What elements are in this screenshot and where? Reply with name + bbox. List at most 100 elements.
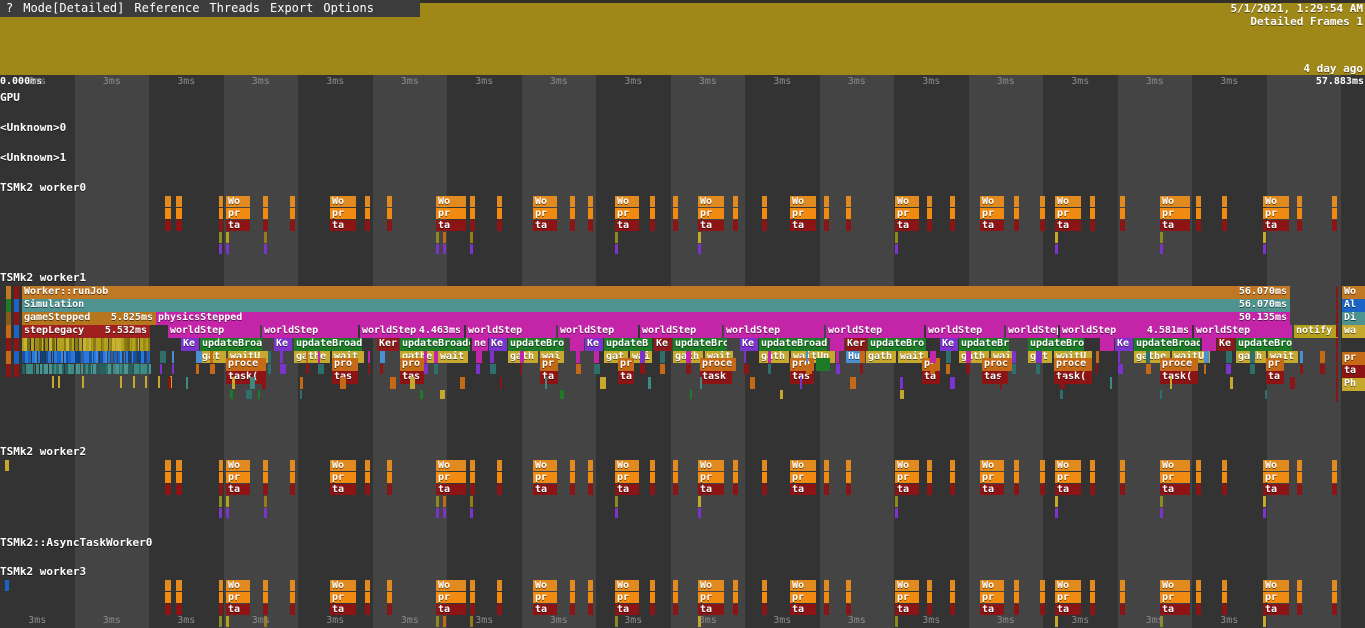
block-worker2-work-row[interactable]: Wo [436, 460, 466, 471]
block-worker0-task-row[interactable] [927, 220, 932, 231]
block-worker0-process-row[interactable]: pr [1263, 208, 1289, 219]
block-worker2-work-row[interactable] [1120, 460, 1125, 471]
block-worker3-process-row[interactable] [762, 592, 767, 603]
block-worker2-process-row[interactable] [1196, 472, 1201, 483]
block-worker0-task-row[interactable]: ta [980, 220, 1004, 231]
block-worldstep-5[interactable]: worldStep [640, 325, 722, 338]
block-kernel-16[interactable] [830, 338, 844, 351]
block-process-5[interactable]: proce [700, 358, 736, 371]
block-worker0-work-row[interactable] [733, 196, 738, 207]
block-worldstep-7[interactable]: worldStep [826, 325, 924, 338]
ruler-bottom[interactable]: 3ms 3ms 3ms 3ms 3ms 3ms 3ms 3ms 3ms 3ms 3ms 3ms 3ms 3… [0, 614, 1365, 628]
block-worker0-process-row[interactable] [846, 208, 851, 219]
block-worker0-work-row[interactable] [1040, 196, 1045, 207]
block-worker2-task-row[interactable] [165, 484, 171, 495]
block-worldstep-0[interactable]: worldStep [168, 325, 260, 338]
block-worker0-process-row[interactable] [824, 208, 829, 219]
block-worker2-task-row[interactable] [1332, 484, 1337, 495]
block-kernel-12[interactable]: Ke [654, 338, 672, 351]
menu-item-help[interactable]: ? [0, 0, 18, 17]
block-task-5[interactable]: task [700, 371, 732, 384]
block-worker0-task-row[interactable] [470, 220, 475, 231]
block-worker0-work-row[interactable] [1297, 196, 1302, 207]
block-worker2-task-row[interactable]: ta [1055, 484, 1081, 495]
block-worker3-process-row[interactable]: pr [1160, 592, 1190, 603]
block-worker0-work-row[interactable] [762, 196, 767, 207]
block-worker0-process-row[interactable] [263, 208, 268, 219]
block-gather-5[interactable]: wait [438, 351, 468, 363]
block-worker0-work-row[interactable] [673, 196, 678, 207]
block-worker2-work-row[interactable] [733, 460, 738, 471]
block-kernel-20[interactable]: updateBr [959, 338, 1009, 351]
block-worker3-work-row[interactable] [1014, 580, 1019, 591]
block-worker0-task-row[interactable]: ta [533, 220, 557, 231]
block-worker2-process-row[interactable]: pr [1160, 472, 1190, 483]
block-worker2-process-row[interactable] [673, 472, 678, 483]
block-worker2-process-row[interactable] [470, 472, 475, 483]
block-process-3[interactable]: pr [540, 358, 558, 371]
block-worker0-task-row[interactable]: ta [1263, 220, 1289, 231]
block-worker0-task-row[interactable] [1196, 220, 1201, 231]
block-worker2-process-row[interactable] [1332, 472, 1337, 483]
block-gamestepped[interactable]: gameStepped 5.825ms [22, 312, 156, 325]
block-worker0-process-row[interactable] [1222, 208, 1227, 219]
block-worker0-work-row[interactable]: Wo [1055, 196, 1081, 207]
block-worker2-process-row[interactable] [733, 472, 738, 483]
block-worker3-work-row[interactable] [570, 580, 575, 591]
block-worker3-work-row[interactable]: Wo [330, 580, 356, 591]
block-worker2-process-row[interactable] [1014, 472, 1019, 483]
block-worker3-work-row[interactable] [387, 580, 392, 591]
block-worker0-process-row[interactable]: pr [436, 208, 466, 219]
block-worker3-process-row[interactable]: pr [226, 592, 250, 603]
block-next-frame-4[interactable]: pr [1342, 352, 1365, 365]
block-worker2-process-row[interactable] [762, 472, 767, 483]
block-worker2-process-row[interactable]: pr [436, 472, 466, 483]
block-worker2-process-row[interactable]: pr [226, 472, 250, 483]
block-next-frame-1[interactable]: Al [1342, 299, 1365, 312]
block-worker3-work-row[interactable]: Wo [533, 580, 557, 591]
block-worker0-process-row[interactable] [650, 208, 655, 219]
block-worker2-work-row[interactable]: Wo [1263, 460, 1289, 471]
block-physicsstepped[interactable]: physicsStepped 50.135ms [156, 312, 1290, 325]
block-worker0-process-row[interactable] [497, 208, 502, 219]
block-worker0-work-row[interactable]: Wo [436, 196, 466, 207]
block-worker0-work-row[interactable] [365, 196, 370, 207]
block-worker0-process-row[interactable] [165, 208, 171, 219]
block-worker0-process-row[interactable] [387, 208, 392, 219]
block-worker3-work-row[interactable] [733, 580, 738, 591]
block-worker0-task-row[interactable] [1090, 220, 1095, 231]
block-worker2-work-row[interactable] [176, 460, 182, 471]
block-worker3-process-row[interactable] [176, 592, 182, 603]
block-worker2-task-row[interactable] [176, 484, 182, 495]
block-worker0-process-row[interactable]: pr [698, 208, 724, 219]
block-next-frame-2[interactable]: Di [1342, 312, 1365, 325]
block-worker3-work-row[interactable] [1222, 580, 1227, 591]
block-worker2-work-row[interactable] [1014, 460, 1019, 471]
menu-item-reference[interactable]: Reference [129, 0, 204, 17]
block-worker3-process-row[interactable]: pr [436, 592, 466, 603]
block-worker0-process-row[interactable] [950, 208, 955, 219]
block-worker0-process-row[interactable] [570, 208, 575, 219]
block-worker3-work-row[interactable] [1332, 580, 1337, 591]
block-worker0-task-row[interactable]: ta [615, 220, 639, 231]
block-worker3-work-row[interactable] [1120, 580, 1125, 591]
block-worker3-process-row[interactable] [470, 592, 475, 603]
block-worker2-process-row[interactable] [588, 472, 593, 483]
block-worker0-task-row[interactable] [1120, 220, 1125, 231]
block-worker3-work-row[interactable] [846, 580, 851, 591]
block-worker3-work-row[interactable]: Wo [1055, 580, 1081, 591]
block-process-1[interactable]: pro [332, 358, 358, 371]
block-worker2-task-row[interactable] [219, 484, 223, 495]
block-worker2-process-row[interactable] [165, 472, 171, 483]
block-worker2-process-row[interactable] [219, 472, 223, 483]
block-worker2-process-row[interactable] [846, 472, 851, 483]
block-worker0-work-row[interactable]: Wo [698, 196, 724, 207]
block-worker0-process-row[interactable] [1090, 208, 1095, 219]
block-kernel-24[interactable]: updateBroad [1134, 338, 1200, 351]
block-worker0-work-row[interactable] [846, 196, 851, 207]
block-kernel-22[interactable] [1100, 338, 1114, 351]
block-kernel-15[interactable]: updateBroad [759, 338, 827, 351]
block-worker2-process-row[interactable] [1297, 472, 1302, 483]
block-worker3-process-row[interactable]: pr [895, 592, 919, 603]
block-worker3-process-row[interactable]: pr [330, 592, 356, 603]
